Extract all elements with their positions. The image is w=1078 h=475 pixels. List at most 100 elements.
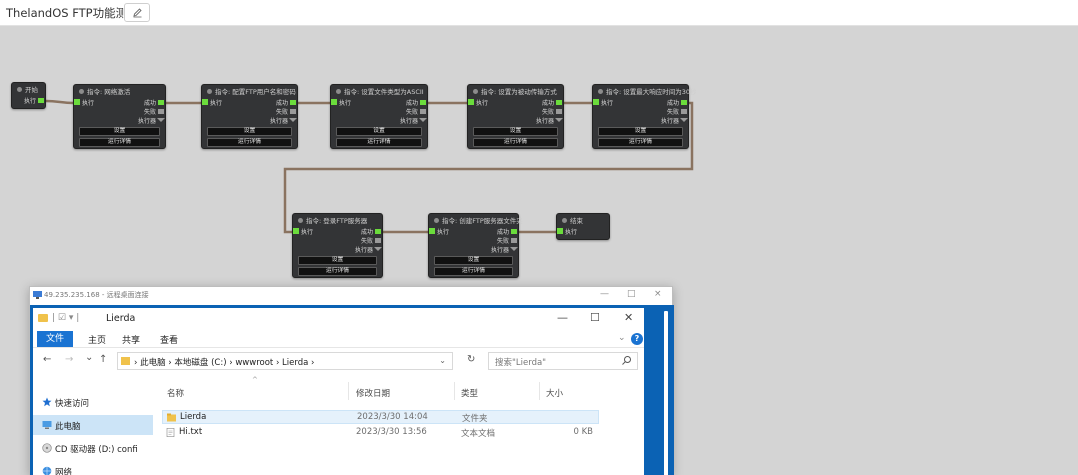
file-explorer-window[interactable]: | ☑ ▾ | Lierda — ☐ ✕ 文件 主页 共享 查看 ⌄ ? ← →…: [33, 308, 644, 475]
search-input[interactable]: 搜索"Lierda": [488, 352, 638, 370]
run-details-button[interactable]: 运行详情: [207, 138, 292, 147]
flow-node-ftp-credentials[interactable]: 指令: 配置FTP用户名和密码 执行 成功 失败 执行器 设置 运行详情: [201, 84, 298, 149]
output-port-fail[interactable]: [511, 238, 517, 243]
output-label-success: 成功: [405, 100, 418, 107]
run-details-button[interactable]: 运行详情: [473, 138, 558, 147]
output-label-success: 成功: [360, 229, 373, 236]
output-port-executor[interactable]: [419, 118, 427, 122]
settings-button[interactable]: 设置: [336, 127, 422, 136]
output-port-exec[interactable]: [38, 98, 44, 103]
file-row[interactable]: Hi.txt 2023/3/30 13:56 文本文档 0 KB: [162, 426, 599, 440]
nav-item-cd-drive[interactable]: CD 驱动器 (D:) confi: [33, 438, 153, 458]
output-label-fail: 失败: [541, 109, 554, 116]
output-port-fail[interactable]: [556, 109, 562, 114]
remote-desktop-titlebar[interactable]: 49.235.235.168 - 远程桌面连接 — □ ×: [30, 287, 672, 304]
output-label-fail: 失败: [360, 238, 373, 245]
column-header-type[interactable]: 类型: [461, 387, 478, 399]
output-port-success[interactable]: [511, 229, 517, 234]
output-port-executor[interactable]: [555, 118, 563, 122]
file-type: 文件夹: [462, 414, 488, 424]
maximize-button[interactable]: ☐: [590, 311, 600, 324]
chevron-down-icon[interactable]: ⌄: [439, 356, 446, 365]
computer-icon: [42, 421, 52, 429]
run-details-button[interactable]: 运行详情: [598, 138, 683, 147]
output-port-executor[interactable]: [374, 247, 382, 251]
output-port-executor[interactable]: [157, 118, 165, 122]
output-port-success[interactable]: [556, 100, 562, 105]
address-bar[interactable]: › 此电脑 › 本地磁盘 (C:) › wwwroot › Lierda › ⌄: [117, 352, 453, 370]
remote-desktop-screen[interactable]: | ☑ ▾ | Lierda — ☐ ✕ 文件 主页 共享 查看 ⌄ ? ← →…: [30, 305, 674, 475]
output-port-executor[interactable]: [289, 118, 297, 122]
scrollbar[interactable]: [664, 311, 668, 475]
tab-view[interactable]: 查看: [160, 333, 178, 346]
remote-desktop-window[interactable]: 49.235.235.168 - 远程桌面连接 — □ × | ☑ ▾ | Li…: [29, 286, 674, 475]
output-port-executor[interactable]: [510, 247, 518, 251]
column-header-name[interactable]: 名称: [167, 387, 184, 399]
output-port-success[interactable]: [420, 100, 426, 105]
input-port-exec[interactable]: [202, 99, 208, 105]
explorer-titlebar[interactable]: | ☑ ▾ | Lierda — ☐ ✕: [33, 308, 644, 330]
column-header-modified[interactable]: 修改日期: [356, 387, 390, 399]
output-port-fail[interactable]: [375, 238, 381, 243]
nav-item-quick-access[interactable]: 快速访问: [33, 392, 153, 412]
back-button[interactable]: ←: [43, 354, 51, 365]
minimize-button[interactable]: —: [557, 311, 568, 324]
refresh-icon[interactable]: ↻: [467, 354, 475, 365]
edit-title-button[interactable]: [124, 3, 150, 22]
forward-button[interactable]: →: [65, 354, 73, 365]
flow-node-file-type-ascii[interactable]: 指令: 设置文件类型为ASCII 执行 成功 失败 执行器 设置 运行详情: [330, 84, 428, 149]
flow-node-create-ftp-folder[interactable]: 指令: 创建FTP服务器文件夹 执行 成功 失败 执行器 设置 运行详情: [428, 213, 523, 278]
input-port-exec[interactable]: [593, 99, 599, 105]
input-port-exec[interactable]: [74, 99, 80, 105]
output-port-success[interactable]: [681, 100, 687, 105]
flow-node-network-activate[interactable]: 指令: 网络激活 执行 成功 失败 执行器 设置 运行详情: [73, 84, 166, 149]
rd-close-button[interactable]: ×: [654, 289, 662, 299]
run-details-button[interactable]: 运行详情: [298, 267, 377, 276]
rd-minimize-button[interactable]: —: [600, 289, 609, 299]
recent-locations-button[interactable]: ⌄: [85, 352, 93, 363]
output-port-fail[interactable]: [681, 109, 687, 114]
up-button[interactable]: ↑: [99, 354, 107, 365]
nav-item-network[interactable]: 网络: [33, 461, 153, 475]
flow-node-passive-mode[interactable]: 指令: 设置为被动传输方式 执行 成功 失败 执行器 设置 运行详情: [467, 84, 564, 149]
settings-button[interactable]: 设置: [598, 127, 683, 136]
output-port-success[interactable]: [158, 100, 164, 105]
settings-button[interactable]: 设置: [298, 256, 377, 265]
breadcrumb[interactable]: › 此电脑 › 本地磁盘 (C:) › wwwroot › Lierda ›: [134, 356, 314, 368]
app-title-bar: ThelandOS FTP功能测试: [0, 0, 1078, 26]
flow-node-start[interactable]: 开始 执行: [11, 82, 46, 109]
close-button[interactable]: ✕: [624, 311, 633, 324]
chevron-down-icon[interactable]: ⌄: [618, 333, 626, 343]
sort-ascending-icon: ^: [252, 376, 258, 384]
settings-button[interactable]: 设置: [207, 127, 292, 136]
settings-button[interactable]: 设置: [434, 256, 513, 265]
tab-share[interactable]: 共享: [122, 333, 140, 346]
run-details-button[interactable]: 运行详情: [79, 138, 160, 147]
output-port-fail[interactable]: [290, 109, 296, 114]
output-port-fail[interactable]: [420, 109, 426, 114]
settings-button[interactable]: 设置: [473, 127, 558, 136]
input-port-exec[interactable]: [331, 99, 337, 105]
tab-file[interactable]: 文件: [37, 331, 73, 347]
help-icon[interactable]: ?: [631, 333, 643, 345]
quick-access-toolbar[interactable]: | ☑ ▾ |: [52, 313, 79, 323]
output-port-success[interactable]: [290, 100, 296, 105]
flow-node-max-response-time[interactable]: 指令: 设置最大响应时间为30秒 执行 成功 失败 执行器 设置 运行详情: [592, 84, 697, 149]
output-port-success[interactable]: [375, 229, 381, 234]
tab-home[interactable]: 主页: [88, 333, 106, 346]
output-port-executor[interactable]: [680, 118, 688, 122]
rd-maximize-button[interactable]: □: [627, 289, 636, 299]
file-row[interactable]: Lierda 2023/3/30 14:04 文件夹: [162, 410, 599, 424]
input-port-exec[interactable]: [429, 228, 435, 234]
run-details-button[interactable]: 运行详情: [434, 267, 513, 276]
settings-button[interactable]: 设置: [79, 127, 160, 136]
output-port-fail[interactable]: [158, 109, 164, 114]
flow-node-end[interactable]: 结束 执行: [556, 213, 610, 240]
nav-item-this-pc[interactable]: 此电脑: [33, 415, 153, 435]
input-port-exec[interactable]: [557, 228, 563, 234]
run-details-button[interactable]: 运行详情: [336, 138, 422, 147]
column-header-size[interactable]: 大小: [546, 387, 563, 399]
flow-node-ftp-login[interactable]: 指令: 登录FTP服务器 执行 成功 失败 执行器 设置 运行详情: [292, 213, 383, 278]
input-port-exec[interactable]: [468, 99, 474, 105]
input-port-exec[interactable]: [293, 228, 299, 234]
